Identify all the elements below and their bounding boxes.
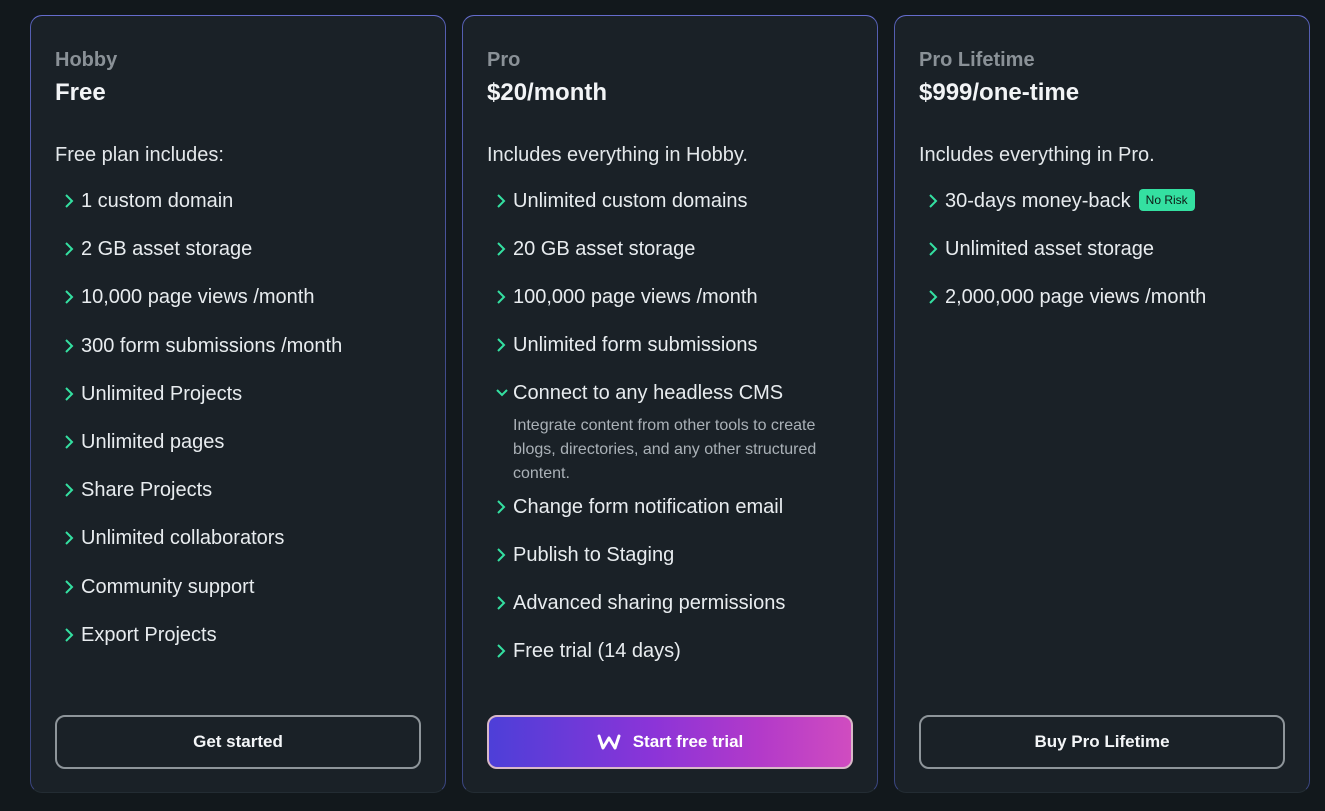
- buy-pro-lifetime-button[interactable]: Buy Pro Lifetime: [919, 715, 1285, 769]
- plan-card-pro: Pro $20/month Includes everything in Hob…: [462, 15, 878, 793]
- plan-card-pro-lifetime: Pro Lifetime $999/one-time Includes ever…: [894, 15, 1310, 793]
- plan-tier: Hobby: [55, 49, 118, 71]
- start-free-trial-button[interactable]: Start free trial: [487, 715, 853, 769]
- feature-item[interactable]: Export Projects: [63, 620, 429, 668]
- feature-item[interactable]: 2 GB asset storage: [63, 234, 429, 282]
- feature-item[interactable]: Unlimited collaborators: [63, 523, 429, 571]
- feature-item[interactable]: 30-days money-back No Risk: [927, 186, 1293, 234]
- feature-item[interactable]: 1 custom domain: [63, 186, 429, 234]
- feature-item[interactable]: Unlimited asset storage: [927, 234, 1293, 282]
- feature-label: Unlimited pages: [81, 430, 225, 453]
- feature-list: 30-days money-back No Risk Unlimited asse…: [927, 186, 1293, 330]
- chevron-right-icon: [63, 578, 77, 596]
- feature-label: 20 GB asset storage: [513, 238, 696, 260]
- chevron-right-icon: [927, 240, 941, 258]
- feature-label: 30-days money-back: [945, 190, 1131, 212]
- chevron-right-icon: [495, 546, 509, 564]
- chevron-right-icon: [495, 594, 509, 612]
- feature-label: 2 GB asset storage: [81, 238, 253, 261]
- chevron-right-icon: [927, 288, 941, 306]
- feature-label: Change form notification email: [513, 496, 784, 518]
- feature-label: 10,000 page views /month: [81, 286, 315, 309]
- plan-price: $999/one-time: [919, 79, 1080, 106]
- feature-label: Free trial (14 days): [513, 640, 681, 662]
- feature-item[interactable]: Community support: [63, 572, 429, 620]
- no-risk-badge: No Risk: [1138, 188, 1195, 211]
- feature-item[interactable]: 2,000,000 page views /month: [927, 282, 1293, 330]
- chevron-right-icon: [927, 192, 941, 210]
- plan-price: $20/month: [487, 79, 608, 106]
- feature-item[interactable]: Free trial (14 days): [495, 636, 861, 684]
- chevron-right-icon: [495, 288, 509, 306]
- feature-label: Connect to any headless CMS: [513, 382, 784, 404]
- chevron-right-icon: [63, 337, 77, 355]
- feature-item[interactable]: Unlimited form submissions: [495, 330, 861, 378]
- plan-tier: Pro: [487, 49, 521, 71]
- chevron-right-icon: [63, 626, 77, 644]
- feature-item[interactable]: Advanced sharing permissions: [495, 588, 861, 636]
- feature-label: Unlimited collaborators: [81, 527, 285, 550]
- plan-price: Free: [55, 79, 106, 106]
- chevron-right-icon: [63, 192, 77, 210]
- chevron-right-icon: [495, 336, 509, 354]
- plan-tier: Pro Lifetime: [919, 49, 1035, 71]
- feature-description: Integrate content from other tools to cr…: [513, 417, 817, 482]
- feature-label: Export Projects: [81, 623, 217, 646]
- chevron-right-icon: [495, 240, 509, 258]
- feature-label: Share Projects: [81, 479, 213, 502]
- feature-item[interactable]: 20 GB asset storage: [495, 234, 861, 282]
- feature-list: Unlimited custom domains 20 GB asset sto…: [495, 186, 861, 684]
- chevron-right-icon: [63, 433, 77, 451]
- chevron-down-icon: [495, 384, 509, 402]
- feature-list: 1 custom domain 2 GB asset storage 10,00…: [63, 186, 429, 668]
- chevron-right-icon: [495, 498, 509, 516]
- feature-label: 2,000,000 page views /month: [945, 286, 1207, 308]
- feature-label: 1 custom domain: [81, 190, 234, 212]
- plan-intro: Includes everything in Pro.: [919, 144, 1155, 166]
- feature-item[interactable]: Unlimited Projects: [63, 379, 429, 427]
- chevron-right-icon: [63, 481, 77, 499]
- get-started-button[interactable]: Get started: [55, 715, 421, 769]
- pricing-section: Hobby Free Free plan includes: 1 custom …: [0, 0, 1325, 811]
- feature-item[interactable]: 100,000 page views /month: [495, 282, 861, 330]
- feature-label: 300 form submissions /month: [81, 334, 343, 357]
- feature-item[interactable]: Publish to Staging: [495, 540, 861, 588]
- feature-item[interactable]: Change form notification email: [495, 492, 861, 540]
- feature-label: Publish to Staging: [513, 544, 675, 566]
- feature-item[interactable]: Unlimited custom domains: [495, 186, 861, 234]
- feature-item[interactable]: Share Projects: [63, 475, 429, 523]
- feature-item-expanded[interactable]: Connect to any headless CMS Integrate co…: [495, 378, 861, 492]
- start-free-trial-label: Start free trial: [632, 732, 744, 751]
- feature-label: Community support: [81, 575, 255, 598]
- feature-label: Advanced sharing permissions: [513, 592, 786, 614]
- feature-item[interactable]: 10,000 page views /month: [63, 282, 429, 330]
- feature-label: Unlimited asset storage: [945, 238, 1154, 260]
- feature-label: Unlimited Projects: [81, 382, 243, 405]
- plan-intro: Free plan includes:: [55, 144, 224, 166]
- webstudio-logo-icon: [597, 733, 621, 751]
- chevron-right-icon: [495, 192, 509, 210]
- plan-intro: Includes everything in Hobby.: [487, 144, 748, 166]
- feature-label: 100,000 page views /month: [513, 286, 758, 308]
- chevron-right-icon: [63, 529, 77, 547]
- feature-item[interactable]: 300 form submissions /month: [63, 331, 429, 379]
- feature-label: Unlimited custom domains: [513, 190, 748, 212]
- feature-item[interactable]: Unlimited pages: [63, 427, 429, 475]
- chevron-right-icon: [63, 288, 77, 306]
- chevron-right-icon: [63, 240, 77, 258]
- plan-card-hobby: Hobby Free Free plan includes: 1 custom …: [30, 15, 446, 793]
- chevron-right-icon: [495, 642, 509, 660]
- feature-label: Unlimited form submissions: [513, 334, 758, 356]
- chevron-right-icon: [63, 385, 77, 403]
